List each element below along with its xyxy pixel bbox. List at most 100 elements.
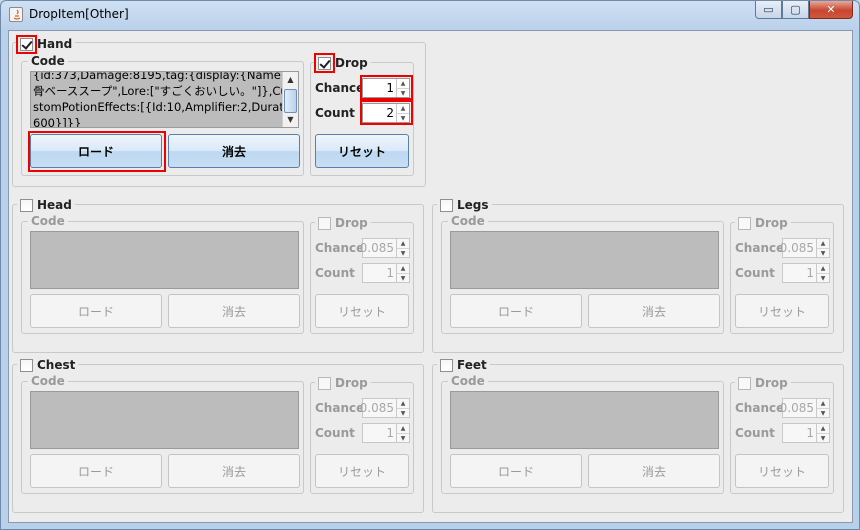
- hand-code-scrollbar[interactable]: ▲ ▼: [282, 72, 298, 127]
- legs-count-spinner[interactable]: 1 ▲ ▼: [782, 263, 830, 283]
- spinner-up-icon[interactable]: ▲: [397, 399, 409, 408]
- feet-reset-button[interactable]: リセット: [735, 454, 829, 488]
- chest-drop-checkbox[interactable]: [318, 376, 331, 390]
- spinner-arrows[interactable]: ▲ ▼: [816, 239, 829, 257]
- minimize-icon: ▭: [763, 3, 774, 16]
- head-code-textarea[interactable]: [30, 231, 299, 289]
- legs-code-textarea[interactable]: [450, 231, 719, 289]
- spinner-arrows[interactable]: ▲ ▼: [396, 399, 409, 417]
- head-load-button[interactable]: ロード: [30, 294, 162, 328]
- feet-chance-spinner[interactable]: 0.085 ▲ ▼: [780, 398, 830, 418]
- chest-erase-button[interactable]: 消去: [168, 454, 300, 488]
- chest-chance-label: Chance: [315, 401, 365, 415]
- chest-code-label: Code: [31, 374, 65, 388]
- legs-drop-checkbox[interactable]: [738, 216, 751, 230]
- hand-load-button[interactable]: ロード: [30, 134, 162, 168]
- chest-checkbox[interactable]: [20, 358, 33, 372]
- spinner-down-icon[interactable]: ▼: [397, 248, 409, 257]
- hand-checkbox[interactable]: [20, 37, 33, 51]
- legs-erase-button[interactable]: 消去: [588, 294, 720, 328]
- scroll-down-arrow-icon[interactable]: ▼: [283, 112, 298, 127]
- chest-count-value: 1: [386, 426, 394, 440]
- head-erase-button[interactable]: 消去: [168, 294, 300, 328]
- feet-checkbox[interactable]: [440, 358, 453, 372]
- reset-button-label: リセット: [337, 304, 386, 319]
- spinner-up-icon[interactable]: ▲: [397, 424, 409, 433]
- spinner-down-icon[interactable]: ▼: [817, 273, 829, 282]
- window-title: DropItem[Other]: [29, 7, 129, 21]
- spinner-up-icon[interactable]: ▲: [397, 239, 409, 248]
- spinner-arrows[interactable]: ▲ ▼: [396, 239, 409, 257]
- legs-code-legend: Code: [448, 214, 488, 228]
- minimize-button[interactable]: ▭: [755, 1, 782, 19]
- maximize-button[interactable]: ▢: [782, 1, 809, 19]
- spinner-down-icon[interactable]: ▼: [397, 408, 409, 417]
- chest-drop-legend: Drop: [315, 375, 371, 391]
- spinner-arrows[interactable]: ▲ ▼: [396, 424, 409, 442]
- reset-button-label: リセット: [757, 304, 806, 319]
- chest-load-button[interactable]: ロード: [30, 454, 162, 488]
- code-line: 骨ベーススープ",Lore:["すごくおいしい。"]},Cu: [33, 84, 288, 98]
- title-bar[interactable]: DropItem[Other] ▭ ▢ ✕: [1, 1, 859, 27]
- spinner-up-icon[interactable]: ▲: [397, 264, 409, 273]
- spinner-up-icon[interactable]: ▲: [817, 239, 829, 248]
- chest-chance-spinner[interactable]: 0.085 ▲ ▼: [360, 398, 410, 418]
- hand-drop-checkbox[interactable]: [318, 56, 331, 70]
- spinner-arrows[interactable]: ▲ ▼: [816, 424, 829, 442]
- hand-chance-spinner[interactable]: 1 ▲ ▼: [362, 78, 410, 98]
- spinner-arrows[interactable]: ▲ ▼: [396, 264, 409, 282]
- hand-count-spinner[interactable]: 2 ▲ ▼: [362, 103, 410, 123]
- head-drop-checkbox[interactable]: [318, 216, 331, 230]
- feet-erase-button[interactable]: 消去: [588, 454, 720, 488]
- head-chance-spinner[interactable]: 0.085 ▲ ▼: [360, 238, 410, 258]
- head-reset-button[interactable]: リセット: [315, 294, 409, 328]
- feet-load-button[interactable]: ロード: [450, 454, 582, 488]
- spinner-down-icon[interactable]: ▼: [397, 433, 409, 442]
- java-app-icon: [9, 7, 23, 22]
- spinner-arrows[interactable]: ▲ ▼: [816, 399, 829, 417]
- hand-reset-button[interactable]: リセット: [315, 134, 409, 168]
- spinner-down-icon[interactable]: ▼: [817, 408, 829, 417]
- feet-code-textarea[interactable]: [450, 391, 719, 449]
- head-checkbox[interactable]: [20, 198, 33, 212]
- chest-drop-label: Drop: [335, 376, 368, 390]
- legs-checkbox[interactable]: [440, 198, 453, 212]
- load-button-label: ロード: [497, 464, 534, 479]
- hand-erase-button[interactable]: 消去: [168, 134, 300, 168]
- erase-button-label: 消去: [641, 304, 666, 319]
- scroll-thumb[interactable]: [284, 89, 297, 113]
- spinner-up-icon[interactable]: ▲: [397, 79, 409, 88]
- spinner-up-icon[interactable]: ▲: [817, 264, 829, 273]
- spinner-down-icon[interactable]: ▼: [397, 273, 409, 282]
- feet-code-legend: Code: [448, 374, 488, 388]
- feet-drop-checkbox[interactable]: [738, 376, 751, 390]
- hand-chance-value: 1: [386, 81, 394, 95]
- close-button[interactable]: ✕: [809, 1, 853, 19]
- scroll-up-arrow-icon[interactable]: ▲: [283, 72, 298, 87]
- spinner-arrows[interactable]: ▲ ▼: [396, 79, 409, 97]
- chest-count-spinner[interactable]: 1 ▲ ▼: [362, 423, 410, 443]
- spinner-down-icon[interactable]: ▼: [397, 88, 409, 97]
- hand-code-legend: Code: [28, 54, 68, 68]
- chest-reset-button[interactable]: リセット: [315, 454, 409, 488]
- spinner-down-icon[interactable]: ▼: [817, 433, 829, 442]
- spinner-arrows[interactable]: ▲ ▼: [396, 104, 409, 122]
- hand-drop-legend: Drop: [315, 55, 371, 71]
- feet-count-spinner[interactable]: 1 ▲ ▼: [782, 423, 830, 443]
- legs-label: Legs: [457, 198, 489, 212]
- spinner-up-icon[interactable]: ▲: [397, 104, 409, 113]
- hand-code-textarea[interactable]: {id:373,Damage:8195,tag:{display:{Name:"…: [30, 71, 299, 128]
- code-line: {id:373,Damage:8195,tag:{display:{Name:"…: [33, 71, 299, 82]
- legs-chance-spinner[interactable]: 0.085 ▲ ▼: [780, 238, 830, 258]
- head-chance-label: Chance: [315, 241, 365, 255]
- legs-reset-button[interactable]: リセット: [735, 294, 829, 328]
- spinner-up-icon[interactable]: ▲: [817, 399, 829, 408]
- spinner-down-icon[interactable]: ▼: [397, 113, 409, 122]
- spinner-up-icon[interactable]: ▲: [817, 424, 829, 433]
- spinner-down-icon[interactable]: ▼: [817, 248, 829, 257]
- chest-code-textarea[interactable]: [30, 391, 299, 449]
- spinner-arrows[interactable]: ▲ ▼: [816, 264, 829, 282]
- head-code-legend: Code: [28, 214, 68, 228]
- head-count-spinner[interactable]: 1 ▲ ▼: [362, 263, 410, 283]
- legs-load-button[interactable]: ロード: [450, 294, 582, 328]
